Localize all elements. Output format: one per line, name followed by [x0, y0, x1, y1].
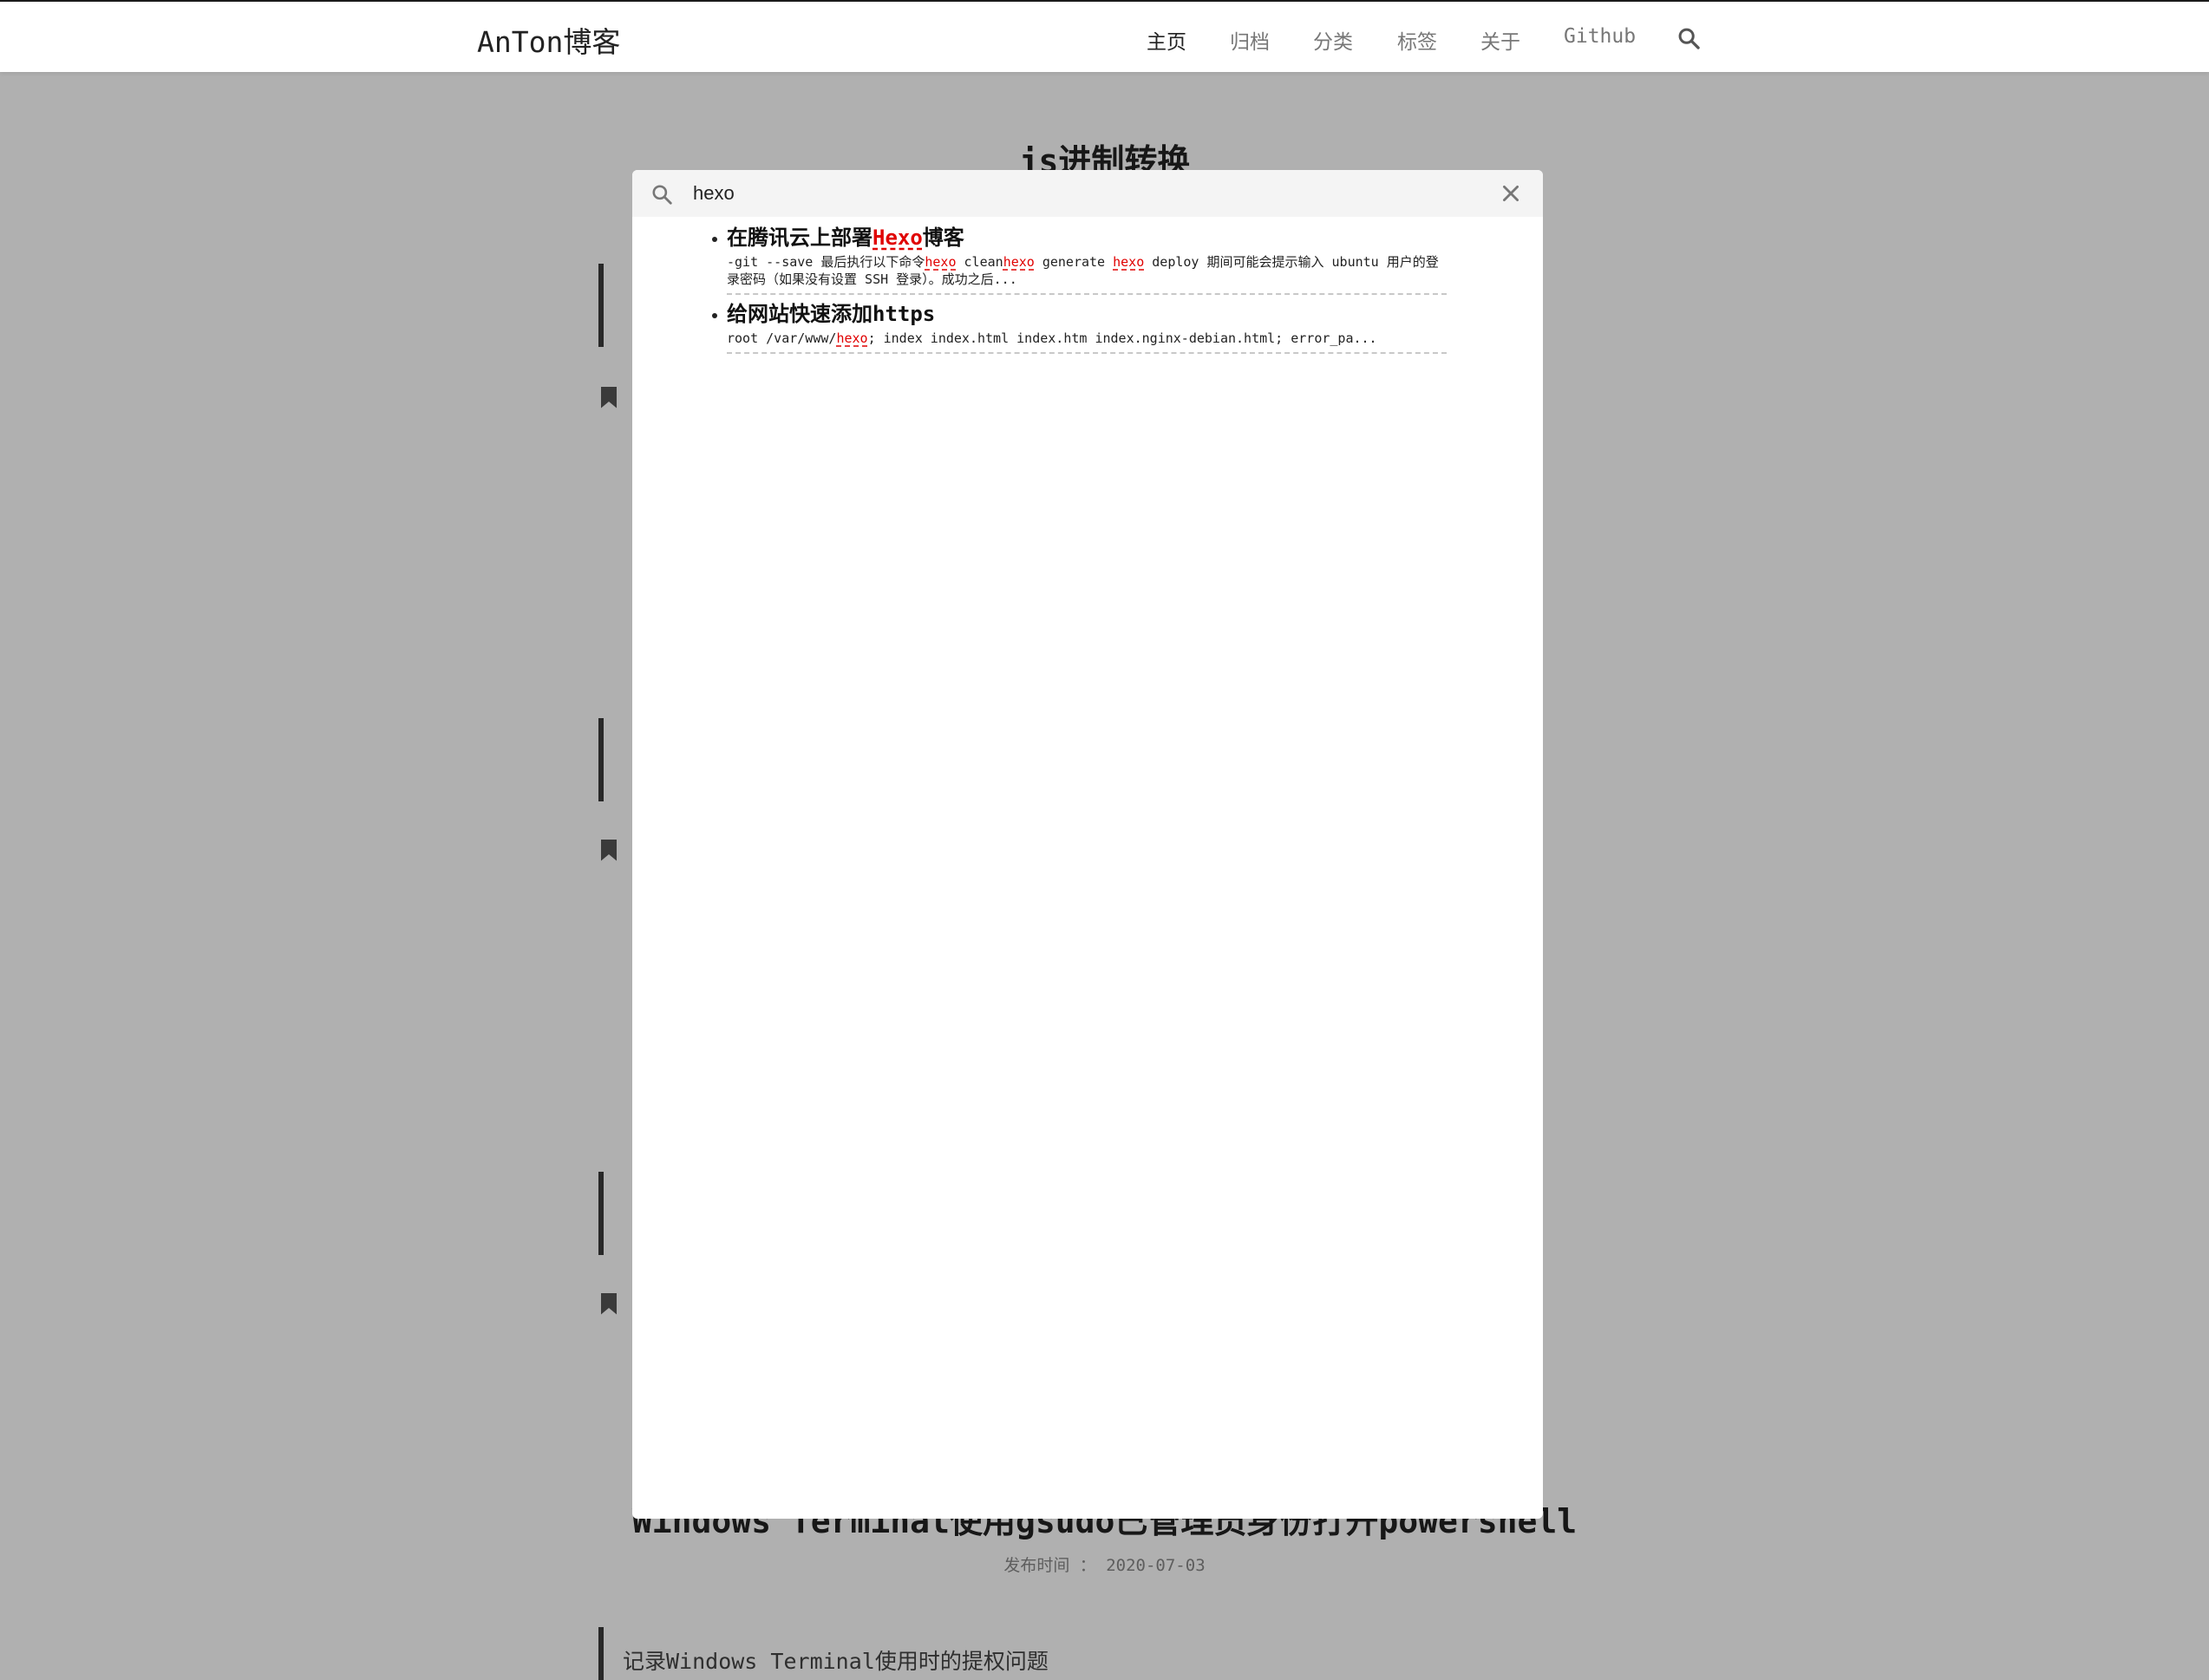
search-result[interactable]: 给网站快速添加https root /var/www/hexo; index i…	[712, 298, 1467, 354]
site-header: AnTon博客 主页 归档 分类 标签 关于 Github	[0, 0, 2209, 72]
close-icon[interactable]	[1500, 182, 1522, 205]
snippet-highlight: hexo	[925, 254, 957, 270]
snippet-text: -git --save 最后执行以下命令	[727, 254, 925, 270]
nav-about[interactable]: 关于	[1480, 25, 1520, 55]
site-logo[interactable]: AnTon博客	[477, 19, 620, 61]
result-title-highlight: Hexo	[872, 226, 923, 250]
snippet-text: root /var/www/	[727, 330, 837, 346]
nav-github[interactable]: Github	[1564, 25, 1636, 48]
search-modal: 在腾讯云上部署Hexo博客 -git --save 最后执行以下命令hexo c…	[632, 170, 1543, 1519]
search-result-snippet: -git --save 最后执行以下命令hexo cleanhexo gener…	[727, 253, 1447, 295]
nav-archive[interactable]: 归档	[1230, 25, 1270, 55]
snippet-text: generate	[1034, 254, 1114, 270]
search-icon[interactable]	[1676, 26, 1701, 50]
search-icon	[652, 185, 672, 205]
nav-categories[interactable]: 分类	[1313, 25, 1353, 55]
search-result-title[interactable]: 在腾讯云上部署Hexo博客	[727, 222, 1467, 253]
search-result-snippet: root /var/www/hexo; index index.html ind…	[727, 330, 1447, 354]
search-result-title[interactable]: 给网站快速添加https	[727, 298, 1467, 330]
search-bar	[632, 170, 1543, 217]
snippet-text: ; index index.html index.htm index.nginx…	[867, 330, 1377, 346]
nav-home[interactable]: 主页	[1147, 25, 1186, 55]
search-result[interactable]: 在腾讯云上部署Hexo博客 -git --save 最后执行以下命令hexo c…	[712, 222, 1467, 295]
search-input[interactable]	[693, 178, 1456, 209]
snippet-text: clean	[956, 254, 1003, 270]
nav-tags[interactable]: 标签	[1397, 25, 1437, 55]
snippet-highlight: hexo	[1113, 254, 1145, 270]
snippet-highlight: hexo	[1003, 254, 1035, 270]
page: AnTon博客 主页 归档 分类 标签 关于 Github js进制转换 Win…	[0, 0, 2209, 1680]
result-title-text: 博客	[922, 226, 964, 250]
snippet-highlight: hexo	[836, 330, 868, 346]
result-title-text: 在腾讯云上部署	[727, 226, 872, 250]
search-results: 在腾讯云上部署Hexo博客 -git --save 最后执行以下命令hexo c…	[712, 222, 1467, 357]
result-title-text: 给网站快速添加https	[727, 302, 936, 326]
